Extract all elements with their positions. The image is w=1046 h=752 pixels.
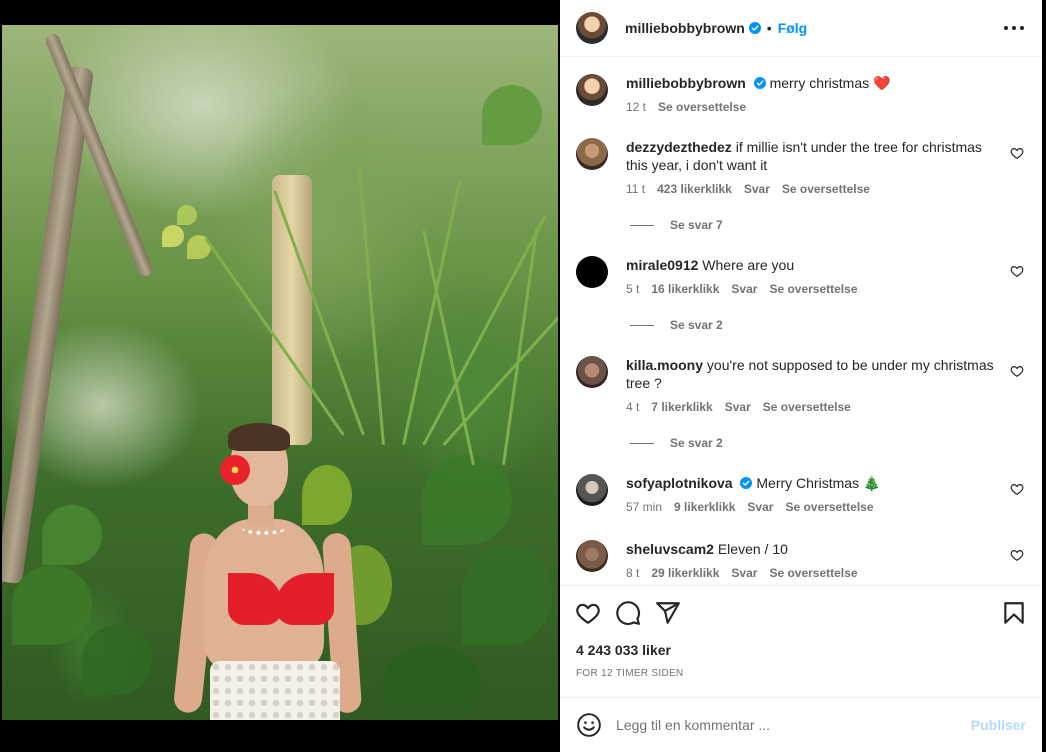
post-photo-panel [0, 0, 560, 752]
smiley-icon[interactable] [576, 712, 602, 738]
add-comment-bar: Publiser [560, 697, 1042, 752]
comment-time[interactable]: 8 t [626, 564, 639, 582]
window-edge [1042, 0, 1046, 752]
red-flower [220, 455, 250, 485]
comment-time[interactable]: 57 min [626, 498, 662, 516]
view-replies-button[interactable]: Se svar 2 [630, 436, 723, 450]
author-avatar[interactable] [576, 74, 608, 106]
comment-likes[interactable]: 423 likerklikk [657, 180, 732, 198]
comment-username[interactable]: killa.moony [626, 357, 703, 373]
comment-text: Where are you [702, 257, 795, 273]
likes-count[interactable]: 4 243 033 liker [576, 642, 671, 658]
comment-likes[interactable]: 7 likerklikk [651, 398, 712, 416]
palm-trunk [272, 175, 312, 445]
comment-input[interactable] [616, 717, 963, 733]
comment-username[interactable]: mirale0912 [626, 257, 698, 273]
comment-time[interactable]: 5 t [626, 280, 639, 298]
comment-username[interactable]: sofyaplotnikova [626, 475, 733, 491]
commenter-avatar[interactable] [576, 356, 608, 388]
header-separator: • [766, 20, 772, 36]
translate-link[interactable]: Se oversettelse [769, 280, 857, 298]
comment-text: Eleven / 10 [717, 541, 788, 557]
verified-badge-icon [740, 477, 753, 489]
crochet-skirt [210, 661, 340, 720]
pearl-necklace [242, 521, 286, 535]
translate-link[interactable]: Se oversettelse [785, 498, 873, 516]
verified-badge-icon [748, 22, 761, 34]
reply-button[interactable]: Svar [731, 280, 757, 298]
caption-username[interactable]: milliebobbybrown [626, 75, 746, 91]
comment-username[interactable]: dezzydezthedez [626, 139, 732, 155]
comment-time[interactable]: 11 t [626, 180, 645, 198]
red-heart-emoji: ❤️ [873, 75, 891, 91]
comment-likes[interactable]: 16 likerklikk [651, 280, 719, 298]
comment-text: Merry Christmas [756, 475, 860, 491]
caption-text: merry christmas [769, 75, 870, 91]
post-time-ago[interactable]: FOR 12 TIMER SIDEN [576, 668, 683, 679]
comment-likes[interactable]: 9 likerklikk [674, 498, 735, 516]
caption-time[interactable]: 12 t [626, 98, 646, 116]
reply-button[interactable]: Svar [747, 498, 773, 516]
commenter-avatar[interactable] [576, 138, 608, 170]
commenter-avatar[interactable] [576, 474, 608, 506]
verified-badge-icon [753, 77, 766, 89]
reply-button[interactable]: Svar [744, 180, 770, 198]
more-options-icon[interactable] [1004, 18, 1024, 38]
comments-list[interactable]: milliebobbybrown merry christmas ❤️ 12 t… [560, 58, 1042, 585]
view-replies-button[interactable]: Se svar 2 [630, 318, 723, 332]
publish-button[interactable]: Publiser [971, 717, 1026, 733]
commenter-avatar[interactable] [576, 256, 608, 288]
author-username[interactable]: milliebobbybrown [625, 20, 745, 36]
reply-button[interactable]: Svar [725, 398, 751, 416]
heart-icon[interactable] [575, 600, 601, 626]
comment-username[interactable]: sheluvscam2 [626, 541, 714, 557]
commenter-avatar[interactable] [576, 540, 608, 572]
translate-link[interactable]: Se oversettelse [763, 398, 851, 416]
christmas-tree-emoji: 🎄 [862, 475, 881, 491]
person-figure [172, 423, 372, 720]
view-replies-button[interactable]: Se svar 7 [630, 218, 723, 232]
comment-likes[interactable]: 29 likerklikk [651, 564, 719, 582]
share-icon[interactable] [655, 600, 681, 626]
comment-icon[interactable] [615, 600, 641, 626]
translate-link[interactable]: Se oversettelse [658, 98, 746, 116]
like-comment-heart-icon[interactable] [1010, 264, 1024, 278]
like-comment-heart-icon[interactable] [1010, 548, 1024, 562]
follow-button[interactable]: Følg [778, 20, 808, 36]
post-header: milliebobbybrown • Følg [560, 0, 1042, 57]
translate-link[interactable]: Se oversettelse [769, 564, 857, 582]
author-avatar[interactable] [576, 12, 608, 44]
like-comment-heart-icon[interactable] [1010, 364, 1024, 378]
post-photo[interactable] [2, 25, 558, 720]
translate-link[interactable]: Se oversettelse [782, 180, 870, 198]
bookmark-icon[interactable] [1001, 600, 1027, 626]
like-comment-heart-icon[interactable] [1010, 146, 1024, 160]
post-actions: 4 243 033 liker FOR 12 TIMER SIDEN [560, 585, 1042, 697]
comment-time[interactable]: 4 t [626, 398, 639, 416]
post-details-panel: milliebobbybrown • Følg milliebobbybrown… [560, 0, 1042, 752]
like-comment-heart-icon[interactable] [1010, 482, 1024, 496]
reply-button[interactable]: Svar [731, 564, 757, 582]
